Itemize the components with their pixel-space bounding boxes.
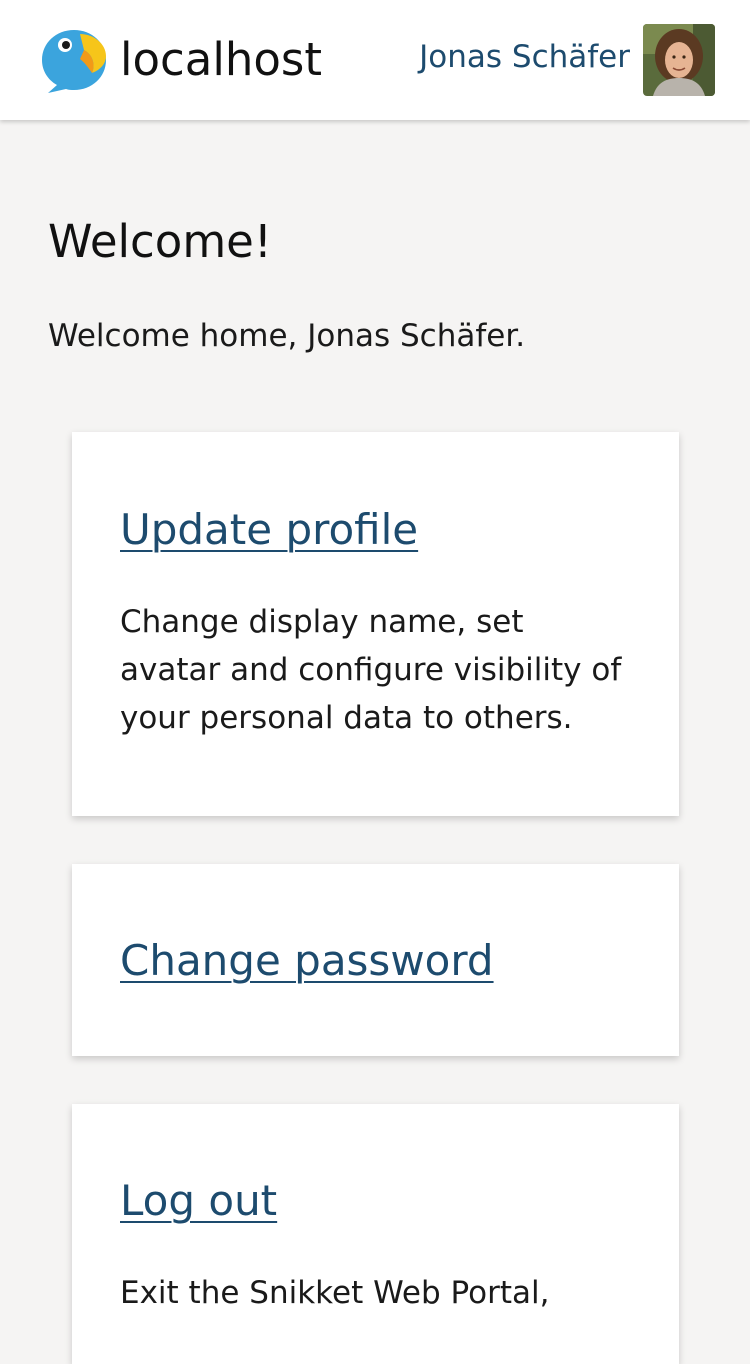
site-name: localhost	[120, 33, 322, 86]
top-bar: localhost Jonas Schäfer	[0, 0, 750, 120]
user-name: Jonas Schäfer	[419, 39, 630, 75]
snikket-parrot-logo-icon	[42, 30, 106, 93]
user-menu[interactable]: Jonas Schäfer	[419, 24, 715, 96]
log-out-card: Log out Exit the Snikket Web Portal,	[72, 1104, 679, 1364]
change-password-card: Change password	[72, 864, 679, 1056]
log-out-description: Exit the Snikket Web Portal,	[120, 1275, 550, 1311]
update-profile-card: Update profile Change display name, set …	[72, 432, 679, 816]
update-profile-link[interactable]: Update profile	[120, 502, 418, 558]
change-password-link[interactable]: Change password	[120, 933, 494, 989]
page-title: Welcome!	[48, 215, 272, 268]
welcome-message: Welcome home, Jonas Schäfer.	[48, 318, 526, 354]
home-link[interactable]: localhost	[40, 26, 322, 94]
update-profile-description: Change display name, set avatar and conf…	[120, 604, 622, 736]
log-out-link[interactable]: Log out	[120, 1173, 277, 1229]
user-avatar	[643, 24, 715, 96]
